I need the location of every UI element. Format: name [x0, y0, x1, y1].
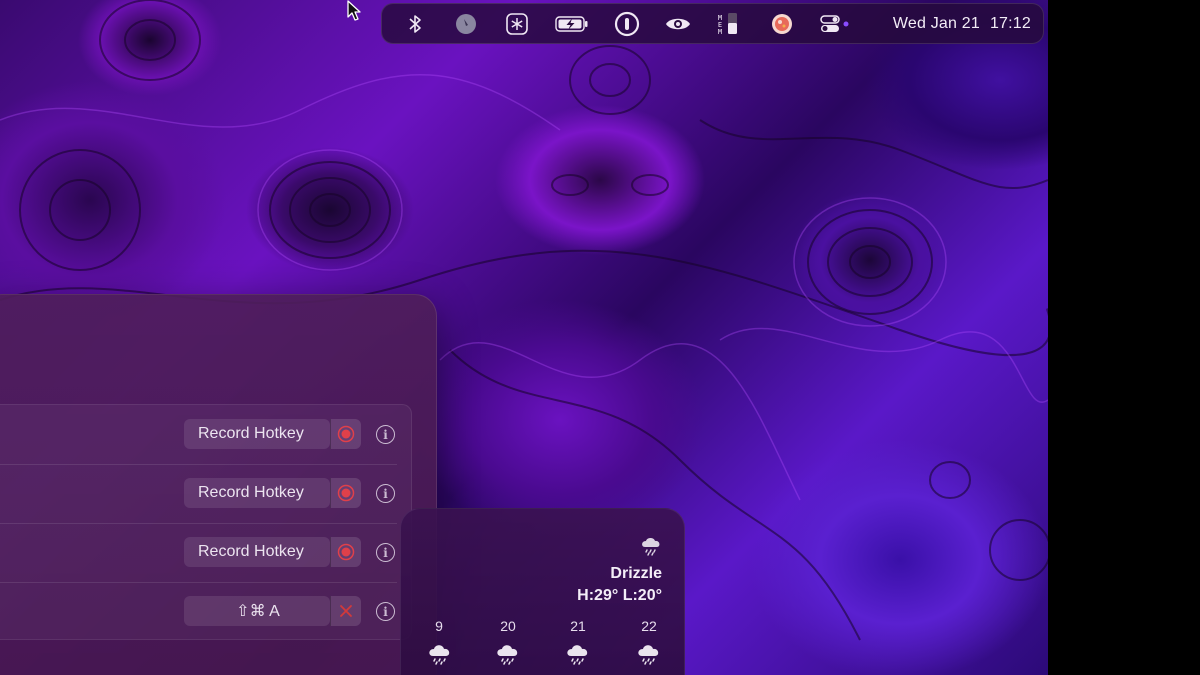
forecast-day: 20 — [500, 618, 516, 634]
weather-high-low: H:29° L:20° — [577, 587, 662, 604]
record-hotkey-button[interactable]: Record Hotkey — [184, 419, 330, 449]
control-center-icon[interactable] — [820, 11, 850, 37]
menu-bar: M E M Wed Jan 21 17:12 — [381, 3, 1044, 44]
forecast-day: 9 — [435, 618, 443, 634]
settings-window: Record Hotkey i Record Hotkey i Record H… — [0, 294, 437, 675]
menubar-date: Wed Jan 21 — [892, 14, 980, 32]
weather-widget[interactable]: Drizzle H:29° L:20° 9 20 21 22 — [400, 508, 685, 675]
record-icon — [337, 425, 355, 443]
close-icon — [340, 605, 352, 617]
forecast-day: 21 — [570, 618, 586, 634]
one-password-icon[interactable] — [614, 11, 640, 37]
hotkey-row: Record Hotkey i — [0, 523, 411, 583]
record-button[interactable] — [330, 478, 361, 508]
record-hotkey-button[interactable]: Record Hotkey — [184, 537, 330, 567]
record-hotkey-button[interactable]: Record Hotkey — [184, 478, 330, 508]
drizzle-icon — [497, 645, 518, 665]
info-icon[interactable]: i — [376, 602, 395, 621]
snowflake-icon[interactable] — [504, 11, 530, 37]
drizzle-icon — [567, 645, 588, 665]
drizzle-icon — [429, 645, 450, 665]
forecast-day: 22 — [641, 618, 657, 634]
menubar-time: 17:12 — [989, 14, 1031, 32]
record-icon — [337, 484, 355, 502]
screen-border — [1048, 0, 1200, 675]
hotkey-row: ⇧⌘ A i — [0, 582, 411, 642]
eye-icon[interactable] — [665, 11, 691, 37]
weather-condition: Drizzle — [610, 565, 662, 582]
hotkey-list: Record Hotkey i Record Hotkey i Record H… — [0, 404, 412, 640]
hotkey-row: Record Hotkey i — [0, 464, 411, 524]
memory-icon[interactable]: M E M — [716, 11, 744, 37]
avatar-icon[interactable] — [769, 11, 795, 37]
bluetooth-icon[interactable] — [402, 11, 428, 37]
svg-text:M: M — [718, 28, 722, 36]
drizzle-icon — [642, 538, 660, 556]
mouse-cursor-icon — [346, 0, 362, 27]
clear-hotkey-button[interactable] — [330, 596, 361, 626]
menubar-clock[interactable]: Wed Jan 21 17:12 — [893, 15, 1031, 33]
record-icon — [337, 543, 355, 561]
moon-icon[interactable] — [453, 11, 479, 37]
record-button[interactable] — [330, 419, 361, 449]
info-icon[interactable]: i — [376, 543, 395, 562]
record-button[interactable] — [330, 537, 361, 567]
drizzle-icon — [638, 645, 659, 665]
info-icon[interactable]: i — [376, 425, 395, 444]
hotkey-row: Record Hotkey i — [0, 405, 411, 465]
info-icon[interactable]: i — [376, 484, 395, 503]
battery-charging-icon[interactable] — [555, 11, 589, 37]
hotkey-shortcut-button[interactable]: ⇧⌘ A — [184, 596, 330, 626]
